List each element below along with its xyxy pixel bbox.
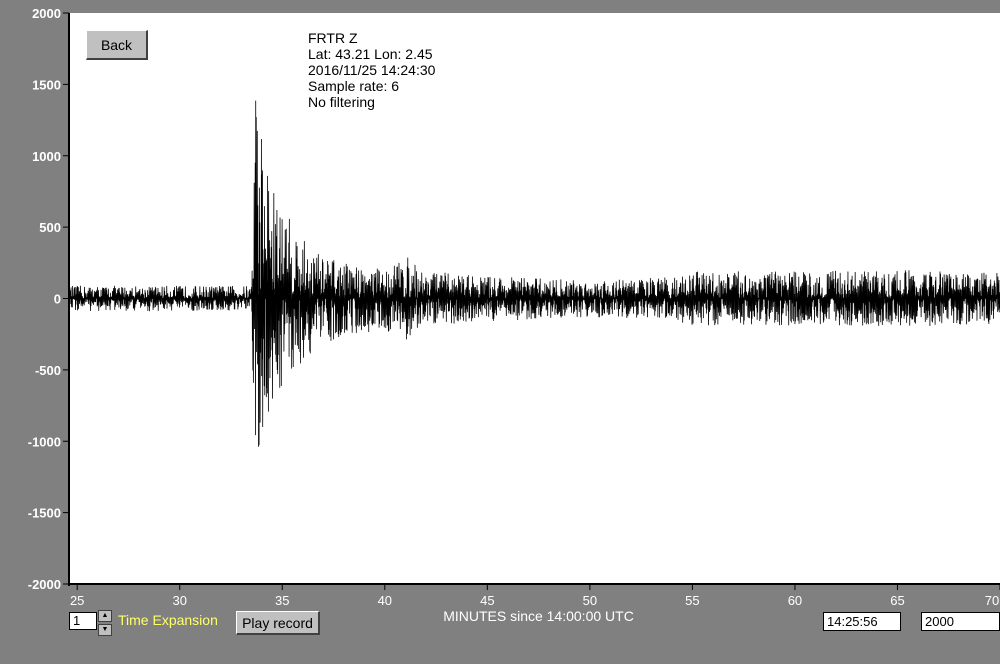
filter-status: No filtering <box>308 94 375 110</box>
x-tick-label: 50 <box>583 593 597 608</box>
x-tick-label: 35 <box>275 593 289 608</box>
x-tick-label: 45 <box>480 593 494 608</box>
y-tick-label: -1000 <box>28 434 61 449</box>
y-tick-label: 0 <box>54 292 61 307</box>
time-expansion-input[interactable]: 1 <box>69 612 97 630</box>
record-datetime: 2016/11/25 14:24:30 <box>308 62 436 78</box>
x-tick-label: 40 <box>378 593 392 608</box>
play-record-button[interactable]: Play record <box>236 611 320 635</box>
y-tick-label: 1500 <box>32 77 61 92</box>
station-name: FRTR Z <box>308 30 358 46</box>
x-tick-label: 30 <box>173 593 187 608</box>
spin-down-icon[interactable]: ▼ <box>98 624 112 636</box>
spin-up-icon[interactable]: ▲ <box>98 610 112 622</box>
y-tick-label: 2000 <box>32 6 61 21</box>
y-tick-label: -500 <box>35 363 61 378</box>
station-location: Lat: 43.21 Lon: 2.45 <box>308 46 433 62</box>
x-axis-label: MINUTES since 14:00:00 UTC <box>443 608 634 624</box>
x-tick-label: 65 <box>890 593 904 608</box>
amplitude-scale-field[interactable]: 2000 <box>921 612 1000 631</box>
y-ticks: 2000 1500 1000 500 0 -500 -1000 -1500 -2000 <box>28 6 69 592</box>
x-tick-label: 25 <box>70 593 84 608</box>
x-tick-label: 60 <box>788 593 802 608</box>
x-tick-label: 55 <box>685 593 699 608</box>
x-tick-label: 70 <box>985 593 999 608</box>
y-tick-label: -2000 <box>28 577 61 592</box>
y-tick-label: 500 <box>39 220 61 235</box>
station-info: FRTR Z Lat: 43.21 Lon: 2.45 2016/11/25 1… <box>308 30 435 110</box>
x-ticks: 25 30 35 40 45 50 55 60 65 70 <box>70 584 1000 608</box>
time-expansion-label: Time Expansion <box>118 612 218 628</box>
sample-rate: Sample rate: 6 <box>308 78 400 94</box>
y-tick-label: -1500 <box>28 506 61 521</box>
seismogram-chart: 2000 1500 1000 500 0 -500 -1000 -1500 -2000 25 30… <box>28 6 1000 624</box>
back-button[interactable]: Back <box>86 30 148 60</box>
cursor-time-field[interactable]: 14:25:56 <box>823 612 901 631</box>
y-tick-label: 1000 <box>32 149 61 164</box>
